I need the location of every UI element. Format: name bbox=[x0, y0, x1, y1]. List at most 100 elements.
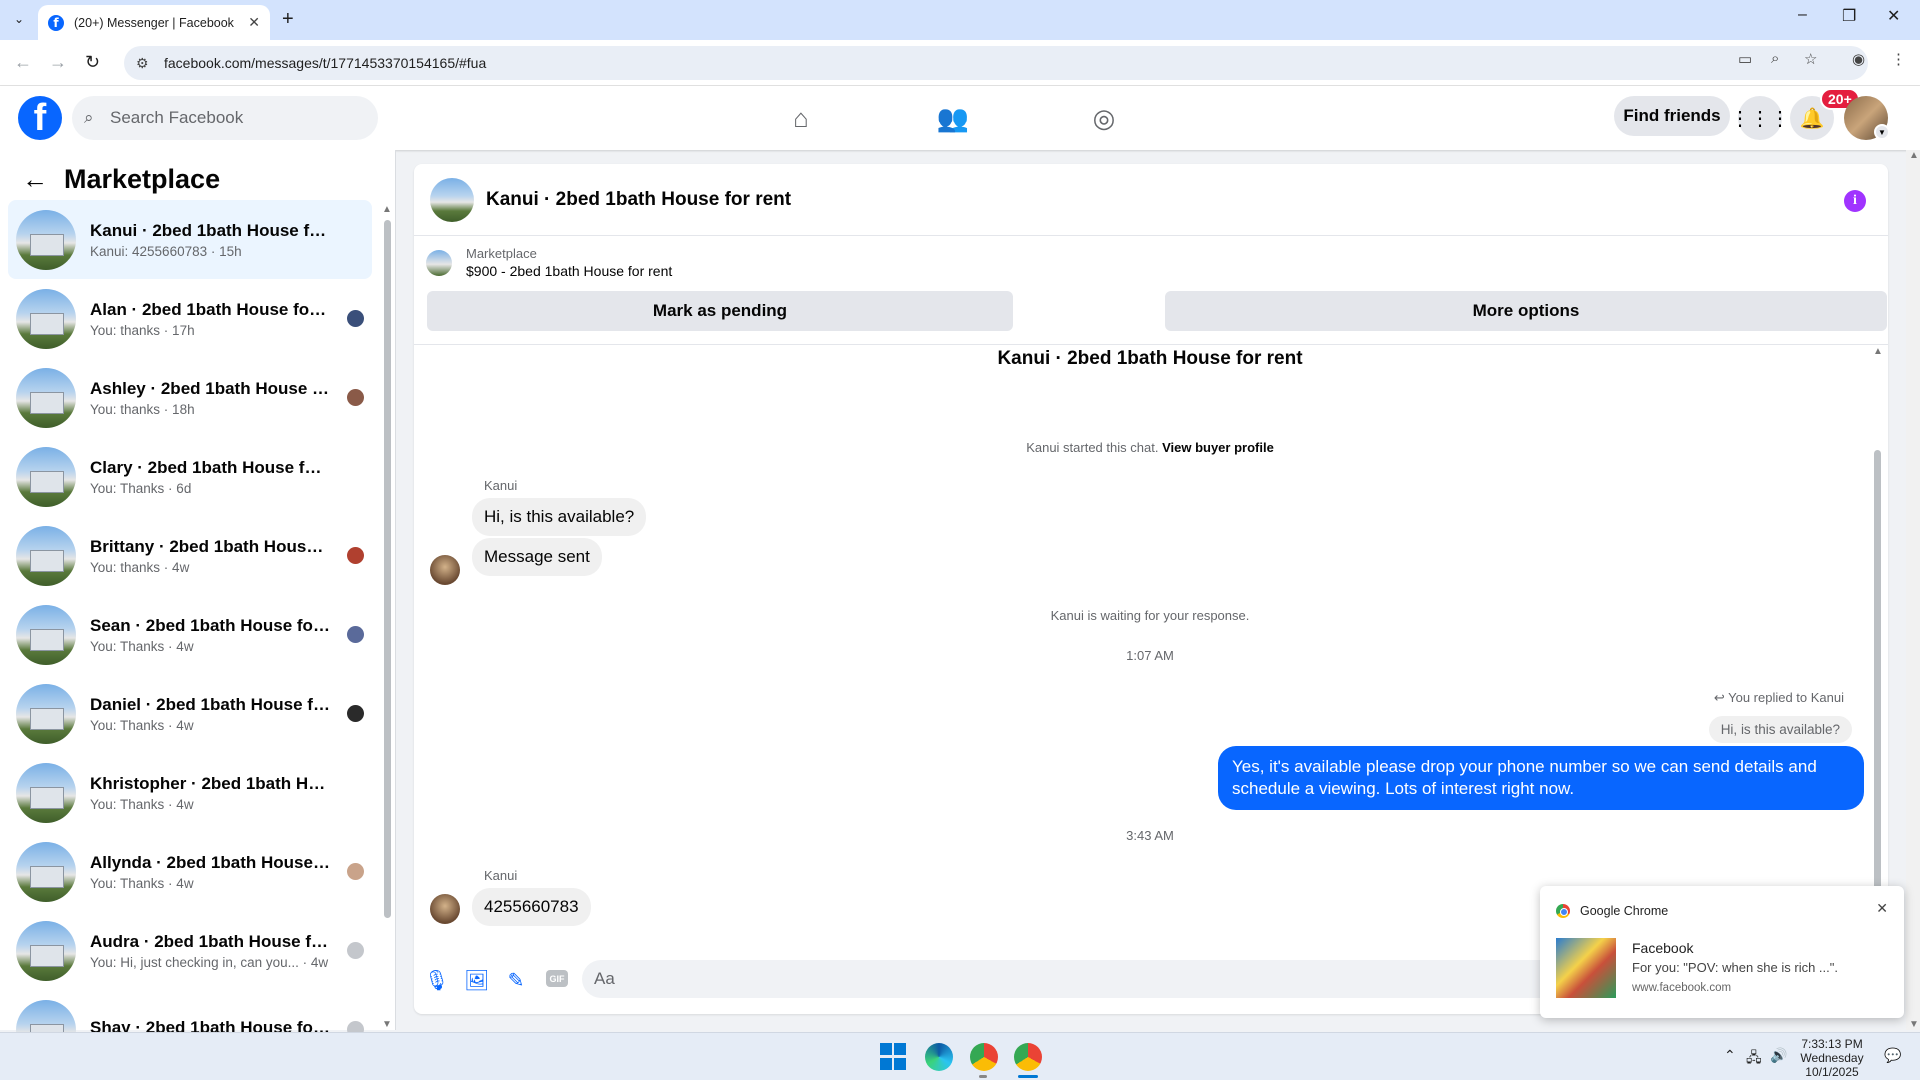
friends-icon[interactable]: 👥 bbox=[936, 102, 970, 134]
photo-icon[interactable]: 🖼 bbox=[464, 968, 489, 993]
facebook-logo-icon[interactable]: f bbox=[18, 96, 62, 140]
page-scrollbar[interactable]: ▲ ▼ bbox=[1906, 150, 1920, 1030]
notification-app: Google Chrome bbox=[1580, 904, 1669, 918]
conversation-name: Kanui · 2bed 1bath House for rent bbox=[90, 220, 330, 240]
participant-avatar bbox=[347, 547, 364, 564]
bookmark-star-icon[interactable]: ☆ bbox=[1804, 50, 1817, 68]
address-bar[interactable]: ⚙ facebook.com/messages/t/17714533701541… bbox=[124, 46, 1868, 80]
outgoing-message[interactable]: Yes, it's available please drop your pho… bbox=[1218, 746, 1864, 810]
reload-icon[interactable]: ↻ bbox=[85, 52, 100, 73]
browser-tab[interactable]: f (20+) Messenger | Facebook ✕ bbox=[38, 5, 270, 40]
close-window-icon[interactable]: ✕ bbox=[1887, 6, 1900, 26]
groups-icon[interactable]: ◎ bbox=[1087, 102, 1121, 134]
close-tab-icon[interactable]: ✕ bbox=[248, 14, 260, 31]
scroll-down-icon[interactable]: ▼ bbox=[1909, 1019, 1919, 1030]
account-chevron-icon[interactable]: ▼ bbox=[1874, 124, 1890, 140]
scrollbar-thumb[interactable] bbox=[1874, 450, 1881, 900]
minimize-icon[interactable]: – bbox=[1798, 6, 1807, 24]
listing-summary[interactable]: Marketplace $900 - 2bed 1bath House for … bbox=[426, 246, 672, 279]
reply-arrow-icon: ↩ bbox=[1713, 690, 1725, 705]
listing-title: $900 - 2bed 1bath House for rent bbox=[466, 263, 673, 279]
conversation-preview: You: Thanks · 4w bbox=[90, 796, 194, 812]
site-info-icon[interactable]: ⚙ bbox=[136, 55, 149, 72]
chat-title[interactable]: Kanui · 2bed 1bath House for rent bbox=[486, 189, 791, 211]
zoom-icon[interactable]: ⌕ bbox=[1771, 50, 1779, 67]
message-input[interactable] bbox=[582, 960, 1682, 998]
conversation-title: Kanui · 2bed 1bath House for rent bbox=[997, 348, 1303, 369]
conversation-item[interactable]: Brittany · 2bed 1bath House f... You: tha… bbox=[8, 516, 372, 595]
incoming-message[interactable]: 4255660783 bbox=[472, 888, 591, 926]
notification-center-icon[interactable]: 💬 bbox=[1884, 1047, 1901, 1064]
conversation-name: Alan · 2bed 1bath House for r... bbox=[90, 299, 330, 319]
new-tab-icon[interactable]: + bbox=[282, 8, 294, 31]
quoted-message[interactable]: Hi, is this available? bbox=[1708, 716, 1852, 743]
incoming-message[interactable]: Hi, is this available? bbox=[472, 498, 647, 536]
conversation-item[interactable]: Daniel · 2bed 1bath House for ... You: Th… bbox=[8, 674, 372, 753]
conversation-item[interactable]: Allynda · 2bed 1bath House fo... You: Tha… bbox=[8, 832, 372, 911]
conversation-item[interactable]: Kanui · 2bed 1bath House for rent Kanui: … bbox=[8, 200, 372, 279]
conversation-preview: You: thanks · 4w bbox=[90, 559, 190, 575]
scroll-up-icon[interactable]: ▲ bbox=[1909, 150, 1919, 161]
listing-avatar bbox=[16, 446, 76, 507]
view-buyer-profile-link[interactable]: View buyer profile bbox=[1162, 440, 1274, 455]
sender-name: Kanui bbox=[484, 478, 518, 493]
sidebar-header: ← Marketplace bbox=[22, 164, 220, 195]
conversation-item[interactable]: Ashley · 2bed 1bath House for... You: tha… bbox=[8, 358, 372, 437]
find-friends-button[interactable]: Find friends bbox=[1614, 96, 1730, 136]
install-app-icon[interactable]: ▭ bbox=[1738, 50, 1752, 68]
search-input[interactable] bbox=[110, 108, 360, 128]
gif-icon[interactable]: GIF bbox=[546, 970, 568, 987]
chrome-menu-icon[interactable]: ⋮ bbox=[1891, 50, 1906, 68]
edge-icon[interactable] bbox=[925, 1043, 953, 1071]
sidebar-title: Marketplace bbox=[64, 164, 221, 194]
windows-start-icon[interactable] bbox=[880, 1043, 908, 1071]
waiting-notice: Kanui is waiting for your response. bbox=[1050, 608, 1250, 623]
listing-avatar[interactable] bbox=[430, 177, 474, 222]
conversation-item[interactable]: Alan · 2bed 1bath House for r... You: tha… bbox=[8, 279, 372, 358]
sidebar-scrollbar[interactable]: ▲ ▼ bbox=[382, 204, 392, 1030]
clock-time: 7:33:13 PM bbox=[1801, 1037, 1863, 1051]
chrome-icon bbox=[1556, 904, 1570, 918]
chrome-profile-icon[interactable] bbox=[1014, 1043, 1042, 1071]
chrome-icon[interactable] bbox=[970, 1043, 998, 1071]
chrome-notification[interactable]: Google Chrome ✕ Facebook For you: "POV: … bbox=[1540, 886, 1904, 1018]
conversation-preview: You: thanks · 17h bbox=[90, 322, 195, 338]
chat-scrollbar[interactable]: ▲ bbox=[1873, 346, 1883, 910]
network-icon[interactable]: 🖧 bbox=[1746, 1047, 1762, 1071]
close-icon[interactable]: ✕ bbox=[1876, 900, 1888, 917]
tray-chevron-icon[interactable]: ⌃ bbox=[1724, 1047, 1736, 1064]
conversation-item[interactable]: Khristopher · 2bed 1bath House ... You: T… bbox=[8, 753, 372, 832]
conversation-name: Audra · 2bed 1bath House for ... bbox=[90, 931, 330, 951]
mark-as-pending-button[interactable]: Mark as pending bbox=[427, 291, 1013, 331]
replied-to-label: ↩ You replied to Kanui bbox=[1714, 690, 1844, 706]
more-options-button[interactable]: More options bbox=[1165, 291, 1887, 331]
back-icon[interactable]: ← bbox=[14, 52, 32, 73]
restore-icon[interactable]: ❐ bbox=[1842, 6, 1856, 26]
profile-icon[interactable]: ◉ bbox=[1852, 50, 1865, 68]
sticker-icon[interactable]: ✎ bbox=[504, 968, 528, 993]
conversation-item[interactable]: Audra · 2bed 1bath House for ... You: Hi,… bbox=[8, 911, 372, 990]
menu-grid-icon[interactable]: ⋮⋮⋮ bbox=[1730, 96, 1790, 140]
incoming-message[interactable]: Message sent bbox=[472, 538, 602, 576]
microphone-icon[interactable]: 🎙 bbox=[424, 968, 449, 993]
clock-day: Wednesday bbox=[1800, 1051, 1864, 1065]
home-icon[interactable]: ⌂ bbox=[784, 102, 818, 134]
scroll-up-icon[interactable]: ▲ bbox=[1873, 346, 1883, 357]
back-arrow-icon[interactable]: ← bbox=[22, 164, 48, 195]
tab-search-icon[interactable]: ⌄ bbox=[8, 8, 30, 30]
forward-icon[interactable]: → bbox=[49, 52, 67, 73]
conversation-preview: You: thanks · 18h bbox=[90, 401, 195, 417]
info-icon[interactable]: i bbox=[1844, 190, 1866, 212]
system-clock[interactable]: 7:33:13 PM Wednesday 10/1/2025 bbox=[1782, 1037, 1882, 1079]
conversation-item[interactable]: Clary · 2bed 1bath House for rent You: Th… bbox=[8, 437, 372, 516]
scrollbar-thumb[interactable] bbox=[384, 220, 391, 918]
started-text: Kanui started this chat. bbox=[1026, 440, 1159, 455]
sender-avatar[interactable] bbox=[430, 894, 460, 924]
listing-thumbnail bbox=[426, 249, 452, 276]
notification-image bbox=[1556, 938, 1616, 998]
scroll-down-icon[interactable]: ▼ bbox=[382, 1019, 392, 1030]
scroll-up-icon[interactable]: ▲ bbox=[382, 204, 392, 215]
conversation-item[interactable]: Sean · 2bed 1bath House for r... You: Tha… bbox=[8, 595, 372, 674]
search-box[interactable]: ⌕ bbox=[72, 96, 378, 140]
sender-avatar[interactable] bbox=[430, 555, 460, 585]
